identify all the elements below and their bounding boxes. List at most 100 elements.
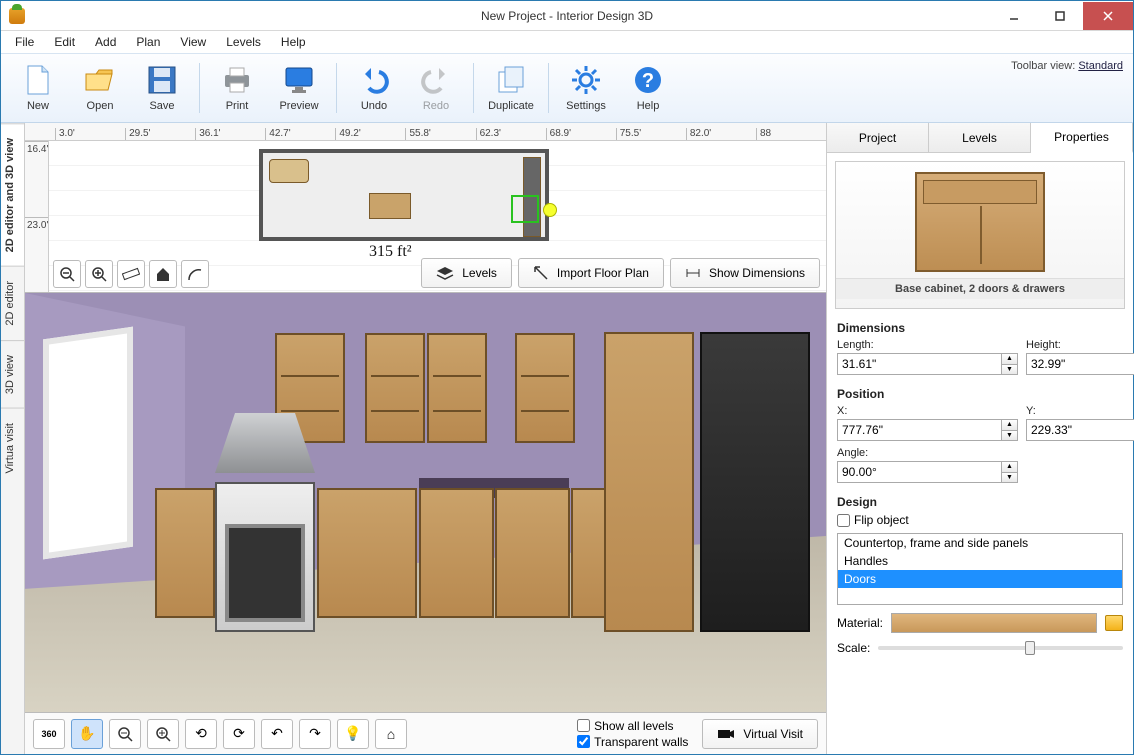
menu-view[interactable]: View (172, 33, 214, 51)
plan-mini-toolbar (53, 260, 209, 288)
app-icon (9, 8, 25, 24)
undo-button[interactable]: Undo (343, 55, 405, 121)
print-button[interactable]: Print (206, 55, 268, 121)
x-label: X: (837, 405, 1018, 417)
tab-3d-view[interactable]: 3D view (1, 340, 24, 408)
list-item[interactable]: Handles (838, 552, 1122, 570)
orbit-right-button[interactable]: ↷ (299, 719, 331, 749)
close-button[interactable] (1083, 2, 1133, 30)
ruler-vertical: 16.4' 23.0' (25, 141, 49, 292)
spin-up-icon[interactable]: ▲ (1002, 354, 1017, 365)
view-3d-pane[interactable] (25, 293, 826, 712)
levels-button[interactable]: Levels (421, 258, 512, 288)
menu-edit[interactable]: Edit (46, 33, 83, 51)
x-input[interactable]: ▲▼ (837, 419, 1018, 441)
camera-reset-button[interactable]: ⌂ (375, 719, 407, 749)
list-item[interactable]: Doors (838, 570, 1122, 588)
selection-handle[interactable] (543, 203, 557, 217)
base-cabinet[interactable] (155, 488, 215, 618)
help-button[interactable]: ?Help (617, 55, 679, 121)
measure-button[interactable] (117, 260, 145, 288)
folder-open-icon (84, 64, 116, 96)
tilt-down-button[interactable]: ⟳ (223, 719, 255, 749)
material-swatch[interactable] (891, 613, 1097, 633)
menu-file[interactable]: File (7, 33, 42, 51)
pan-button[interactable]: ✋ (71, 719, 103, 749)
wall-cabinet[interactable] (515, 333, 575, 443)
settings-button[interactable]: Settings (555, 55, 617, 121)
list-item[interactable]: Countertop, frame and side panels (838, 534, 1122, 552)
plan-furniture[interactable] (369, 193, 411, 219)
wall-cabinet[interactable] (427, 333, 487, 443)
orbit-left-button[interactable]: ↶ (261, 719, 293, 749)
flip-object-checkbox[interactable]: Flip object (837, 513, 1123, 527)
rotate-360-button[interactable]: 360 (33, 719, 65, 749)
tab-levels[interactable]: Levels (929, 123, 1031, 152)
base-cabinet[interactable] (317, 488, 417, 618)
design-parts-list[interactable]: Countertop, frame and side panels Handle… (837, 533, 1123, 605)
ruler-horizontal: 3.0'29.5'36.1'42.7'49.2'55.8'62.3'68.9'7… (25, 123, 826, 141)
folder-icon[interactable] (1105, 615, 1123, 631)
maximize-button[interactable] (1037, 2, 1083, 30)
virtual-visit-button[interactable]: Virtual Visit (702, 719, 818, 749)
refrigerator[interactable] (700, 332, 810, 632)
plan-canvas[interactable]: 315 ft² Levels Import Floor Plan Show Di… (49, 141, 826, 292)
zoom-out-3d-button[interactable] (109, 719, 141, 749)
view3d-toolbar: 360 ✋ ⟲ ⟳ ↶ ↷ 💡 ⌂ Show all levels Transp… (25, 712, 826, 754)
room-outline (259, 149, 549, 241)
home-button[interactable] (149, 260, 177, 288)
menu-help[interactable]: Help (273, 33, 314, 51)
save-button[interactable]: Save (131, 55, 193, 121)
length-input[interactable]: ▲▼ (837, 353, 1018, 375)
y-input[interactable]: ▲▼ (1026, 419, 1134, 441)
preview-button[interactable]: Preview (268, 55, 330, 121)
angle-input[interactable]: ▲▼ (837, 461, 1018, 483)
menu-add[interactable]: Add (87, 33, 124, 51)
open-button[interactable]: Open (69, 55, 131, 121)
tab-project[interactable]: Project (827, 123, 929, 152)
arc-tool-button[interactable] (181, 260, 209, 288)
toolbar-separator (199, 63, 200, 113)
base-cabinet[interactable] (495, 488, 570, 618)
spin-down-icon[interactable]: ▼ (1002, 365, 1017, 375)
lighting-button[interactable]: 💡 (337, 719, 369, 749)
monitor-icon (283, 64, 315, 96)
gear-icon (570, 64, 602, 96)
wall-cabinet[interactable] (365, 333, 425, 443)
zoom-in-3d-button[interactable] (147, 719, 179, 749)
duplicate-button[interactable]: Duplicate (480, 55, 542, 121)
tall-cabinet[interactable] (604, 332, 694, 632)
tab-properties[interactable]: Properties (1031, 123, 1133, 153)
menu-levels[interactable]: Levels (218, 33, 269, 51)
toolbar-view-link[interactable]: Standard (1078, 60, 1123, 72)
redo-button[interactable]: Redo (405, 55, 467, 121)
preview-label: Base cabinet, 2 doors & drawers (836, 278, 1124, 299)
minimize-button[interactable] (991, 2, 1037, 30)
zoom-out-button[interactable] (53, 260, 81, 288)
slider-thumb[interactable] (1025, 641, 1035, 655)
height-input[interactable]: ▲▼ (1026, 353, 1134, 375)
app-window: New Project - Interior Design 3D File Ed… (0, 0, 1134, 755)
menu-plan[interactable]: Plan (128, 33, 168, 51)
show-dimensions-button[interactable]: Show Dimensions (670, 258, 820, 288)
tab-2d-editor[interactable]: 2D editor (1, 266, 24, 340)
scale-label: Scale: (837, 641, 870, 655)
zoom-in-button[interactable] (85, 260, 113, 288)
tilt-up-button[interactable]: ⟲ (185, 719, 217, 749)
transparent-walls-checkbox[interactable]: Transparent walls (577, 735, 688, 749)
tab-virtual-visit[interactable]: Virtua visit (1, 408, 24, 488)
base-cabinet[interactable] (419, 488, 494, 618)
length-label: Length: (837, 339, 1018, 351)
titlebar: New Project - Interior Design 3D (1, 1, 1133, 31)
toolbar-separator (336, 63, 337, 113)
import-floorplan-button[interactable]: Import Floor Plan (518, 258, 664, 288)
selection-marker[interactable] (511, 195, 539, 223)
plan-furniture[interactable] (269, 159, 309, 183)
stove[interactable] (215, 482, 315, 632)
new-button[interactable]: New (7, 55, 69, 121)
layers-icon (436, 266, 454, 280)
tab-2d-3d-combo[interactable]: 2D editor and 3D view (1, 123, 24, 266)
show-all-levels-checkbox[interactable]: Show all levels (577, 719, 688, 733)
design-heading: Design (837, 495, 1123, 509)
scale-slider[interactable] (878, 646, 1123, 650)
